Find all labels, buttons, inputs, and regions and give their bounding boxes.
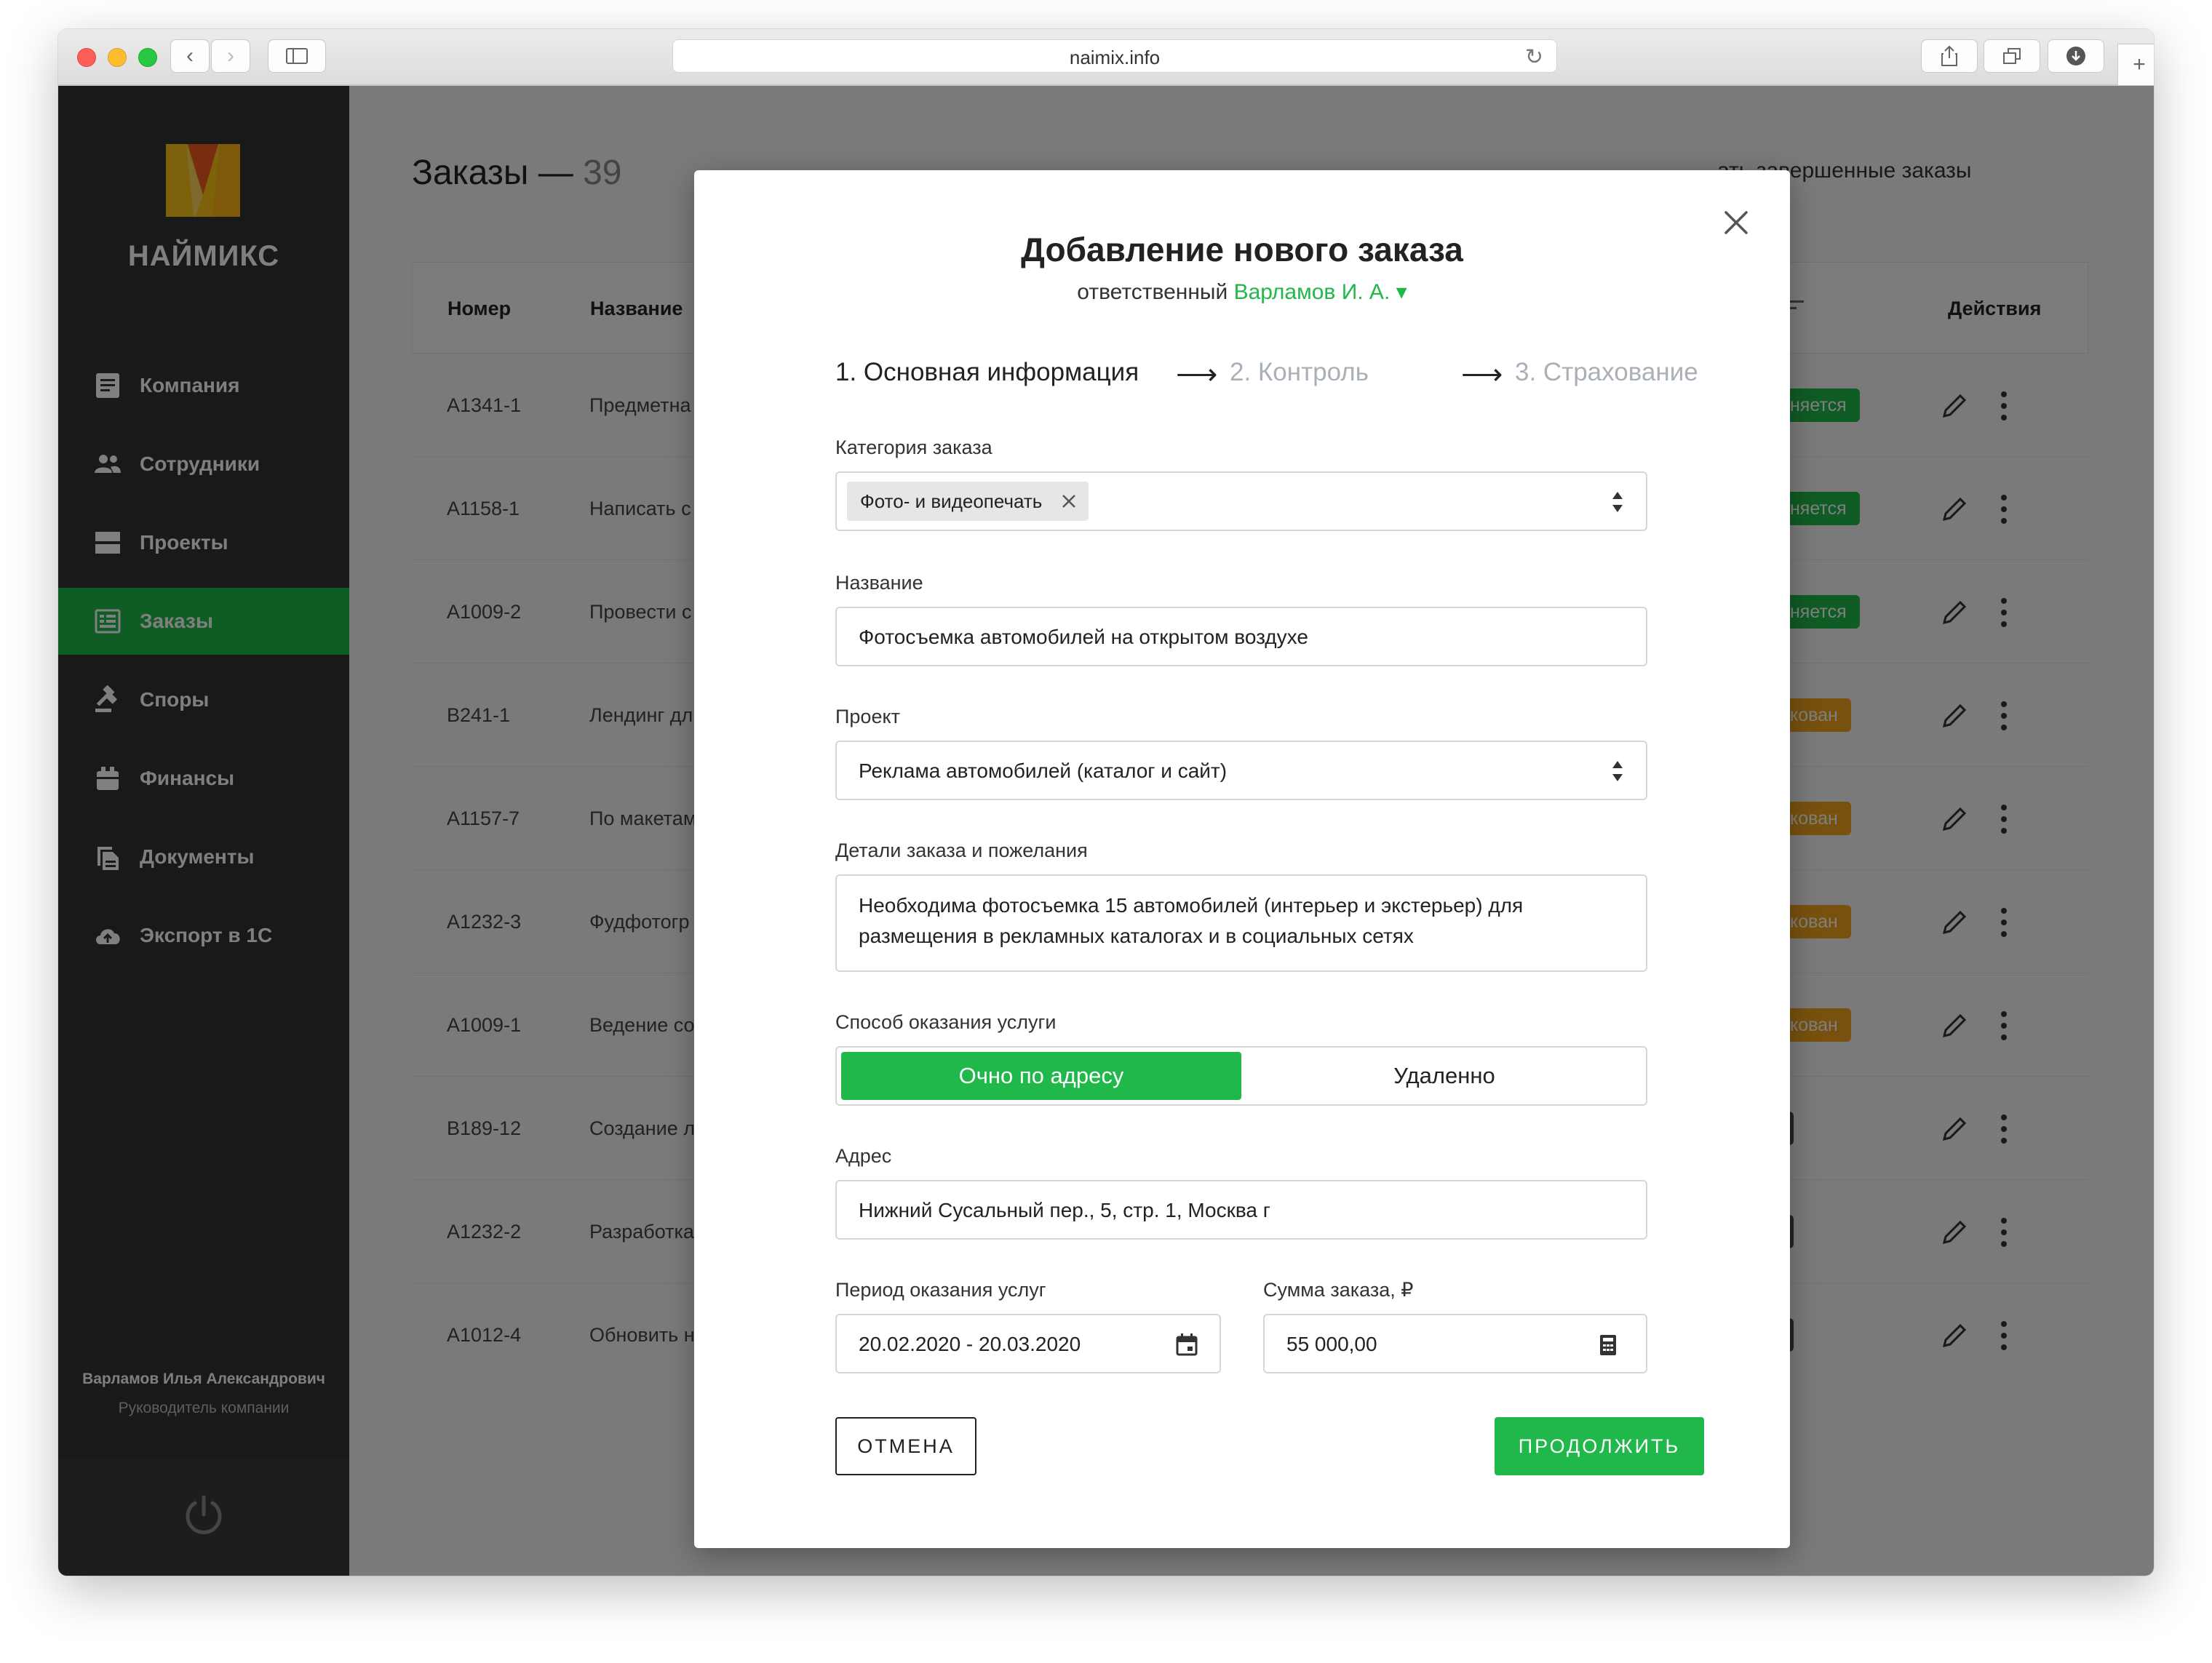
address-input-value: Нижний Сусальный пер., 5, стр. 1, Москва… (859, 1199, 1270, 1221)
chevron-right-icon: › (227, 44, 234, 68)
step-insurance[interactable]: 3. Страхование (1515, 358, 1698, 387)
chevron-left-icon: ‹ (186, 44, 194, 68)
continue-button[interactable]: ПРОДОЛЖИТЬ (1495, 1417, 1704, 1475)
browser-toolbar: ‹ › naimix.info ↻ + (58, 29, 2154, 86)
step-basic-info[interactable]: 1. Основная информация (835, 358, 1139, 387)
amount-input-value: 55 000,00 (1286, 1333, 1377, 1355)
service-mode-toggle: Очно по адресу Удаленно (835, 1046, 1647, 1106)
details-text: Необходима фотосъемка 15 автомобилей (ин… (859, 890, 1523, 952)
category-chip: Фото- и видеопечать (847, 482, 1089, 521)
name-label: Название (835, 572, 923, 594)
address-label: Адрес (835, 1145, 892, 1167)
sidebar-toggle-button[interactable] (268, 39, 326, 73)
minimize-window-button[interactable] (108, 48, 127, 67)
share-button[interactable] (1921, 39, 1978, 73)
forward-button[interactable]: › (211, 39, 250, 73)
close-window-button[interactable] (77, 48, 96, 67)
period-input[interactable]: 20.02.2020 - 20.03.2020 (835, 1314, 1221, 1373)
details-line: Необходима фотосъемка 15 автомобилей (ин… (859, 894, 1524, 917)
cancel-button[interactable]: ОТМЕНА (835, 1417, 976, 1475)
name-input-value: Фотосъемка автомобилей на открытом возду… (859, 626, 1308, 648)
address-bar[interactable]: naimix.info ↻ (672, 39, 1557, 73)
on-site-option[interactable]: Очно по адресу (841, 1052, 1241, 1100)
project-label: Проект (835, 706, 900, 727)
download-icon (2066, 47, 2085, 65)
browser-window: ‹ › naimix.info ↻ + Добавление нового за… (58, 29, 2154, 1576)
name-input[interactable]: Фотосъемка автомобилей на открытом возду… (835, 607, 1647, 666)
category-label: Категория заказа (835, 436, 992, 458)
address-input[interactable]: Нижний Сусальный пер., 5, стр. 1, Москва… (835, 1180, 1647, 1240)
tabs-icon (2003, 48, 2021, 64)
details-line: размещения в рекламных каталогах и в соц… (859, 925, 1414, 947)
calendar-icon[interactable] (1176, 1333, 1198, 1356)
category-chip-label: Фото- и видеопечать (860, 490, 1043, 512)
service-mode-label: Способ оказания услуги (835, 1011, 1057, 1033)
modal-title: Добавление нового заказа (1021, 231, 1463, 268)
reload-icon[interactable]: ↻ (1525, 44, 1543, 70)
details-textarea[interactable]: Необходима фотосъемка 15 автомобилей (ин… (835, 874, 1647, 972)
project-select-value: Реклама автомобилей (каталог и сайт) (859, 759, 1228, 782)
tabs-button[interactable] (1984, 39, 2040, 73)
new-order-modal: Добавление нового заказа ответственный В… (694, 170, 1790, 1548)
details-label: Детали заказа и пожелания (835, 840, 1088, 861)
remove-chip-icon[interactable] (1061, 493, 1077, 509)
responsible-dropdown[interactable]: Варламов И. А. ▾ (1234, 280, 1407, 304)
category-select[interactable]: Фото- и видеопечать (835, 471, 1647, 531)
arrow-right-icon: ⟶ (1176, 359, 1218, 391)
select-arrows-icon (1612, 492, 1623, 512)
back-button[interactable]: ‹ (170, 39, 210, 73)
step-control[interactable]: 2. Контроль (1230, 358, 1369, 387)
calculator-icon[interactable] (1599, 1334, 1617, 1356)
zoom-window-button[interactable] (138, 48, 157, 67)
select-arrows-icon (1612, 761, 1623, 781)
project-select[interactable]: Реклама автомобилей (каталог и сайт) (835, 741, 1647, 800)
sidebar-icon (286, 48, 308, 64)
share-icon (1941, 45, 1957, 66)
remote-option[interactable]: Удаленно (1244, 1052, 1644, 1100)
period-label: Период оказания услуг (835, 1279, 1046, 1301)
plus-icon: + (2133, 52, 2146, 76)
arrow-right-icon: ⟶ (1461, 359, 1503, 391)
downloads-button[interactable] (2048, 39, 2104, 73)
modal-subtitle: ответственный Варламов И. А. ▾ (694, 279, 1790, 305)
url-text: naimix.info (1069, 47, 1161, 68)
new-tab-button[interactable]: + (2117, 44, 2154, 86)
amount-label: Сумма заказа, ₽ (1263, 1279, 1414, 1301)
period-input-value: 20.02.2020 - 20.03.2020 (859, 1333, 1081, 1355)
amount-input[interactable]: 55 000,00 (1263, 1314, 1647, 1373)
responsible-label: ответственный (1077, 280, 1234, 304)
app: НАЙМИКС Компания Сотрудники Проекты Зака… (58, 86, 2154, 1576)
